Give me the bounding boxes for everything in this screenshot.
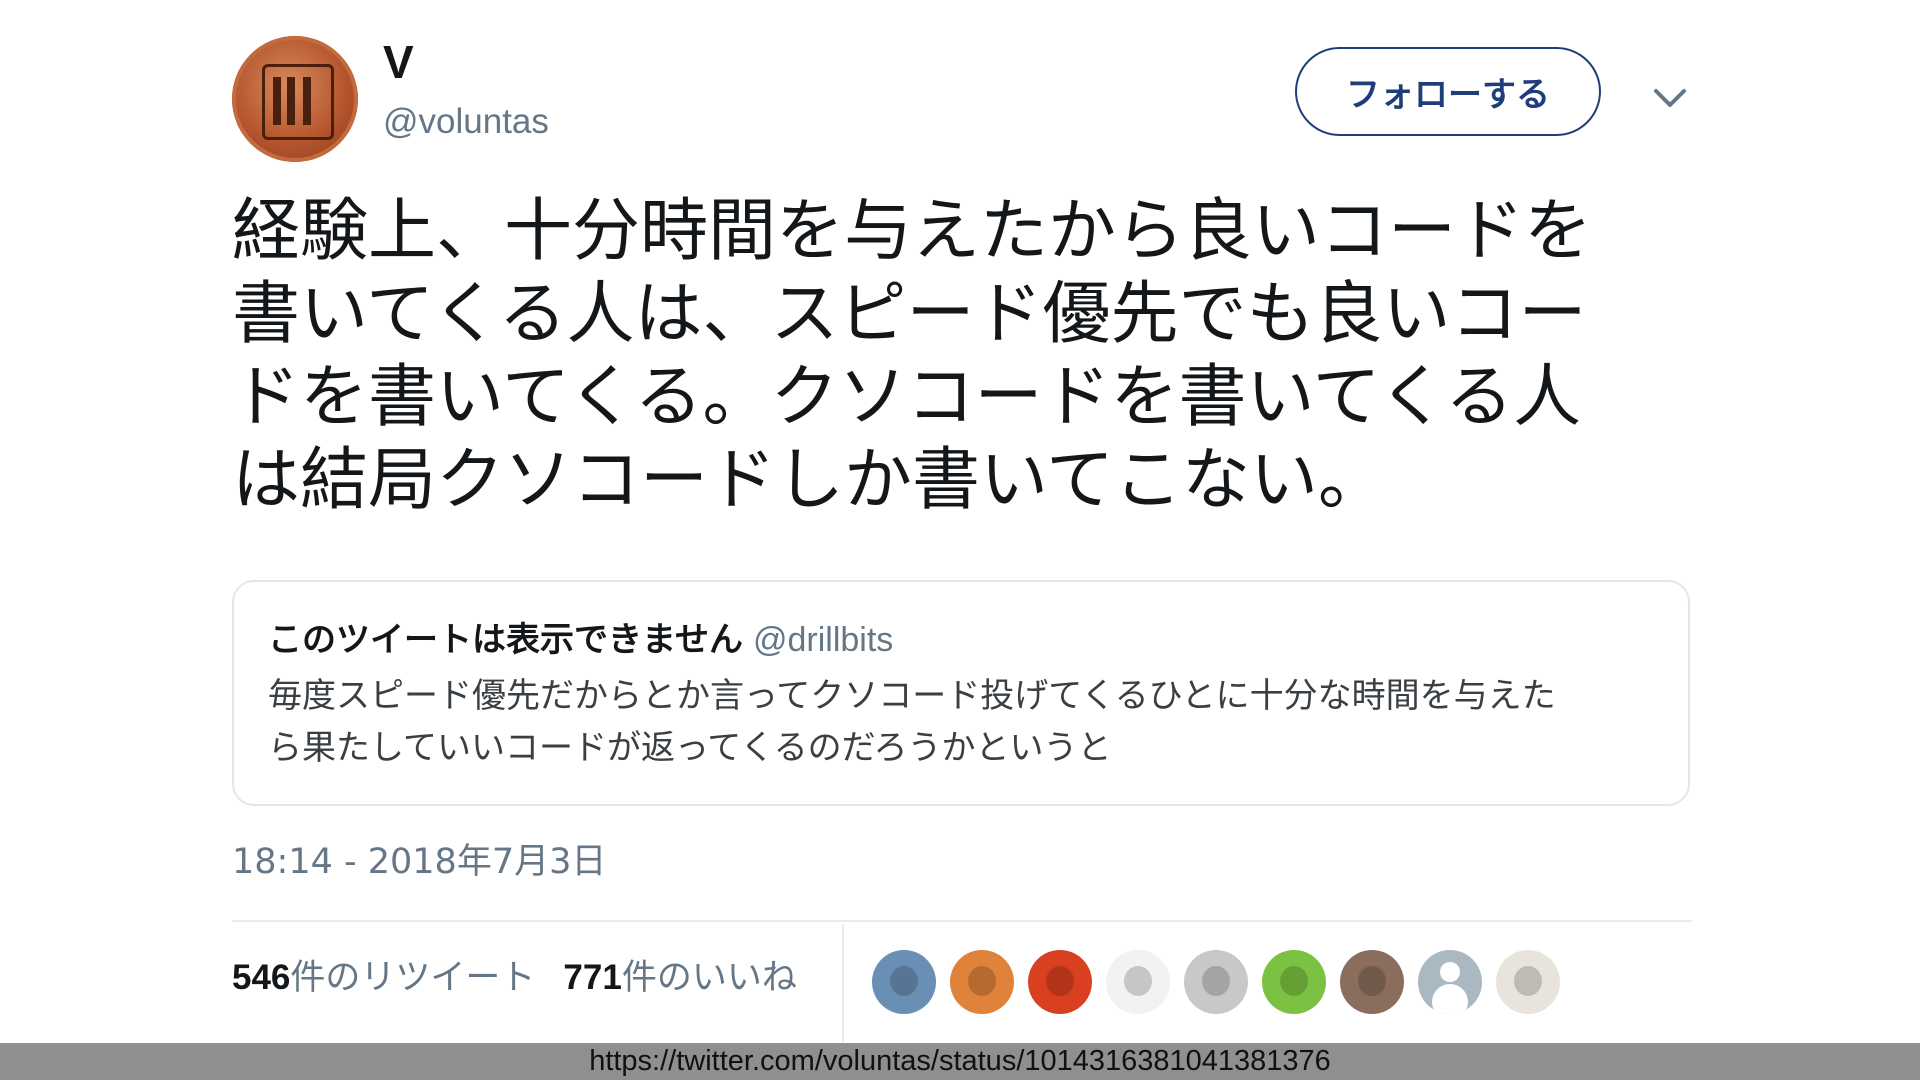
retro-computer-avatar-detail — [1202, 966, 1230, 996]
green-frog-avatar[interactable] — [1262, 950, 1326, 1014]
green-frog-avatar-detail — [1280, 966, 1308, 996]
source-url[interactable]: https://twitter.com/voluntas/status/1014… — [0, 1043, 1920, 1080]
pattern-avatar-detail — [1514, 966, 1542, 996]
source-url-bar: https://twitter.com/voluntas/status/1014… — [0, 1043, 1920, 1080]
chevron-down-icon[interactable] — [1650, 78, 1690, 118]
quoted-tweet-text: 毎度スピード優先だからとか言ってクソコード投げてくるひとに十分な時間を与えた ら… — [268, 676, 1556, 768]
tweet-stats: 546件のリツイート 771件のいいね — [232, 954, 797, 1002]
stats-divider — [842, 924, 844, 1042]
likes-label: 件のいいね — [621, 958, 797, 998]
divider — [232, 920, 1692, 922]
default-user-avatar-detail — [1440, 962, 1460, 982]
quoted-tweet-header: このツイートは表示できません @drillbits — [268, 618, 893, 662]
default-user-avatar[interactable] — [1418, 950, 1482, 1014]
user-avatar[interactable] — [232, 36, 358, 162]
quoted-tweet-handle[interactable]: @drillbits — [753, 621, 893, 659]
tweet-timestamp[interactable]: 18:14 - 2018年7月3日 — [232, 838, 606, 886]
cartoon-boy-avatar-detail — [1124, 966, 1152, 996]
retweets-stat[interactable]: 546件のリツイート — [232, 958, 535, 998]
person-photo-avatar-detail — [890, 966, 918, 996]
liker-avatars — [872, 950, 1560, 1016]
red-mascot-avatar-detail — [1046, 966, 1074, 996]
follow-button[interactable]: フォローする — [1295, 47, 1601, 136]
tweet-text: 経験上、十分時間を与えたから良いコードを 書いてくる人は、スピード優先でも良いコ… — [232, 192, 1593, 520]
avatar-logo-icon — [262, 64, 334, 140]
quoted-tweet-card[interactable]: このツイートは表示できません @drillbits 毎度スピード優先だからとか言っ… — [232, 580, 1690, 806]
user-handle[interactable]: @voluntas — [383, 100, 549, 144]
pattern-avatar[interactable] — [1496, 950, 1560, 1014]
cartoon-boy-avatar[interactable] — [1106, 950, 1170, 1014]
likes-stat[interactable]: 771件のいいね — [563, 958, 796, 998]
retweets-count: 546 — [232, 958, 291, 997]
person-photo-avatar[interactable] — [872, 950, 936, 1014]
likes-count: 771 — [563, 958, 622, 997]
group-photo-avatar[interactable] — [1340, 950, 1404, 1014]
retro-computer-avatar[interactable] — [1184, 950, 1248, 1014]
red-mascot-avatar[interactable] — [1028, 950, 1092, 1014]
mustache-face-avatar-detail — [968, 966, 996, 996]
quoted-tweet-title: このツイートは表示できません — [268, 620, 743, 660]
retweets-label: 件のリツイート — [290, 958, 536, 998]
display-name[interactable]: V — [383, 34, 414, 90]
group-photo-avatar-detail — [1358, 966, 1386, 996]
mustache-face-avatar[interactable] — [950, 950, 1014, 1014]
